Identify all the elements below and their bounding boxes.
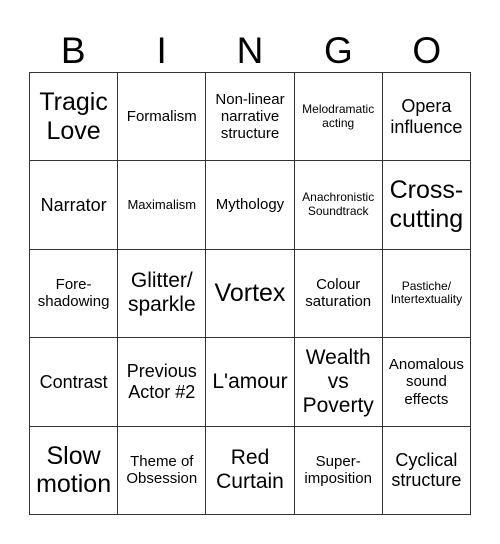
bingo-cell[interactable]: Narrator (30, 161, 119, 250)
bingo-cell-text: Non-linear narrative structure (215, 90, 285, 143)
bingo-cell[interactable]: Maximalism (118, 161, 207, 250)
bingo-cell-text: Slow motion (36, 441, 112, 499)
header-letter-b: B (60, 30, 86, 71)
bingo-cell-text: Vortex (214, 279, 286, 308)
bingo-cell[interactable]: Contrast (30, 338, 119, 427)
header-letter-o: O (412, 30, 442, 71)
bingo-cell-text: Tragic Love (39, 87, 108, 145)
bingo-cell-text: Contrast (39, 371, 108, 392)
bingo-cell-text: Pastiche/ Intertextuality (390, 278, 463, 307)
bingo-cell[interactable]: Glitter/ sparkle (118, 249, 207, 339)
bingo-cell-text: Mythology (215, 196, 285, 214)
bingo-cell-text: Wealth vs Poverty (302, 345, 374, 417)
bingo-cell-text: Super-imposition (304, 453, 372, 488)
bingo-cell[interactable]: Tragic Love (30, 73, 119, 162)
bingo-cell[interactable]: Cyclical structure (382, 426, 471, 515)
bingo-cell-text: L'amour (212, 369, 288, 393)
bingo-cell-text: Red Curtain (216, 446, 284, 494)
bingo-cell[interactable]: Non-linear narrative structure (206, 73, 295, 162)
bingo-cell-text: Anomalous sound effects (388, 356, 464, 408)
bingo-cell-text: Formalism (126, 108, 197, 126)
bingo-cell[interactable]: Slow motion (30, 426, 119, 515)
bingo-cell[interactable]: Red Curtain (206, 426, 295, 515)
bingo-cell[interactable]: Mythology (206, 161, 295, 250)
bingo-cell[interactable]: Formalism (118, 73, 207, 162)
bingo-cell-text: Cyclical structure (391, 449, 462, 491)
bingo-cell[interactable]: Theme of Obsession (118, 426, 207, 515)
bingo-cell[interactable]: Pastiche/ Intertextuality (382, 249, 471, 339)
bingo-cell[interactable]: Cross-cutting (382, 161, 471, 250)
header-letter-n: N (236, 30, 264, 71)
bingo-cell-text: Theme of Obsession (126, 453, 198, 488)
bingo-cell[interactable]: Colour saturation (294, 249, 383, 339)
bingo-cell[interactable]: Anachronistic Soundtrack (294, 161, 383, 250)
bingo-cell-text: Colour saturation (305, 276, 372, 311)
header-letter-i: I (156, 30, 167, 71)
header-letter-g: G (324, 30, 353, 71)
bingo-cell[interactable]: Previous Actor #2 (118, 338, 207, 427)
bingo-cell[interactable]: L'amour (206, 338, 295, 427)
bingo-cell-text: Glitter/ sparkle (127, 269, 196, 317)
bingo-cell-text: Fore-shadowing (37, 276, 110, 311)
bingo-cell-text: Cross-cutting (389, 176, 464, 234)
bingo-cell[interactable]: Vortex (206, 249, 295, 339)
bingo-cell[interactable]: Wealth vs Poverty (294, 338, 383, 427)
bingo-card-grid: Tragic Love Formalism Non-linear narrative… (29, 72, 471, 515)
bingo-cell[interactable]: Fore-shadowing (30, 249, 119, 339)
bingo-cell-text: Opera influence (390, 96, 463, 137)
bingo-cell-text: Maximalism (127, 196, 197, 212)
bingo-cell-text: Anachronistic Soundtrack (302, 190, 375, 219)
bingo-header: B I N G O (29, 30, 471, 72)
bingo-cell[interactable]: Super-imposition (294, 426, 383, 515)
bingo-cell-text: Narrator (40, 194, 107, 215)
bingo-cell-text: Previous Actor #2 (126, 361, 197, 402)
bingo-cell-text: Melodramatic acting (302, 101, 375, 130)
bingo-cell[interactable]: Melodramatic acting (294, 73, 383, 162)
bingo-cell[interactable]: Anomalous sound effects (382, 338, 471, 427)
bingo-cell[interactable]: Opera influence (382, 73, 471, 162)
